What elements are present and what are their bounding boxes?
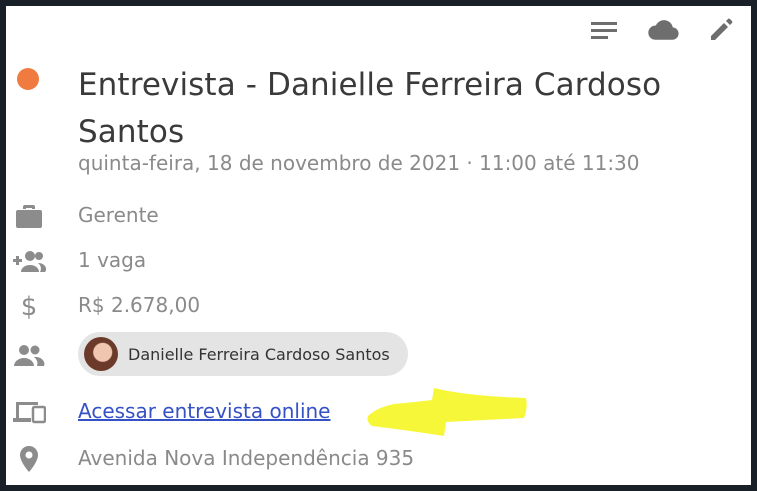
event-details-card: Entrevista - Danielle Ferreira Cardoso S… [6,6,751,485]
detail-row-online: Acessar entrevista online [6,391,706,431]
event-title: Entrevista - Danielle Ferreira Cardoso S… [78,67,662,150]
screenshot-frame: Entrevista - Danielle Ferreira Cardoso S… [0,0,757,491]
salary-text: R$ 2.678,00 [78,293,201,317]
card-toolbar [589,12,737,48]
dollar-icon: $ [12,289,46,323]
briefcase-icon [12,199,46,233]
devices-icon [12,395,46,429]
participant-chip[interactable]: Danielle Ferreira Cardoso Santos [78,332,408,376]
address-text: Avenida Nova Independência 935 [78,446,415,470]
detail-row-address: Avenida Nova Independência 935 [6,438,706,478]
online-interview-link[interactable]: Acessar entrevista online [78,399,331,423]
add-people-icon [12,244,46,278]
menu-lines-icon[interactable] [589,14,621,46]
detail-row-salary: $ R$ 2.678,00 [6,285,706,325]
event-status-dot [17,68,39,90]
location-pin-icon [12,442,46,476]
detail-row-openings: 1 vaga [6,240,706,280]
svg-text:$: $ [21,292,38,321]
participant-name: Danielle Ferreira Cardoso Santos [128,344,390,364]
openings-text: 1 vaga [78,248,147,272]
detail-row-role: Gerente [6,195,706,235]
detail-row-participants: Danielle Ferreira Cardoso Santos [6,332,706,378]
pencil-icon[interactable] [705,14,737,46]
role-text: Gerente [78,203,159,227]
event-datetime: quinta-feira, 18 de novembro de 2021 · 1… [78,151,640,175]
yellow-highlight-mark [367,388,527,436]
avatar [84,337,118,371]
cloud-icon[interactable] [647,14,679,46]
people-icon [12,338,46,372]
